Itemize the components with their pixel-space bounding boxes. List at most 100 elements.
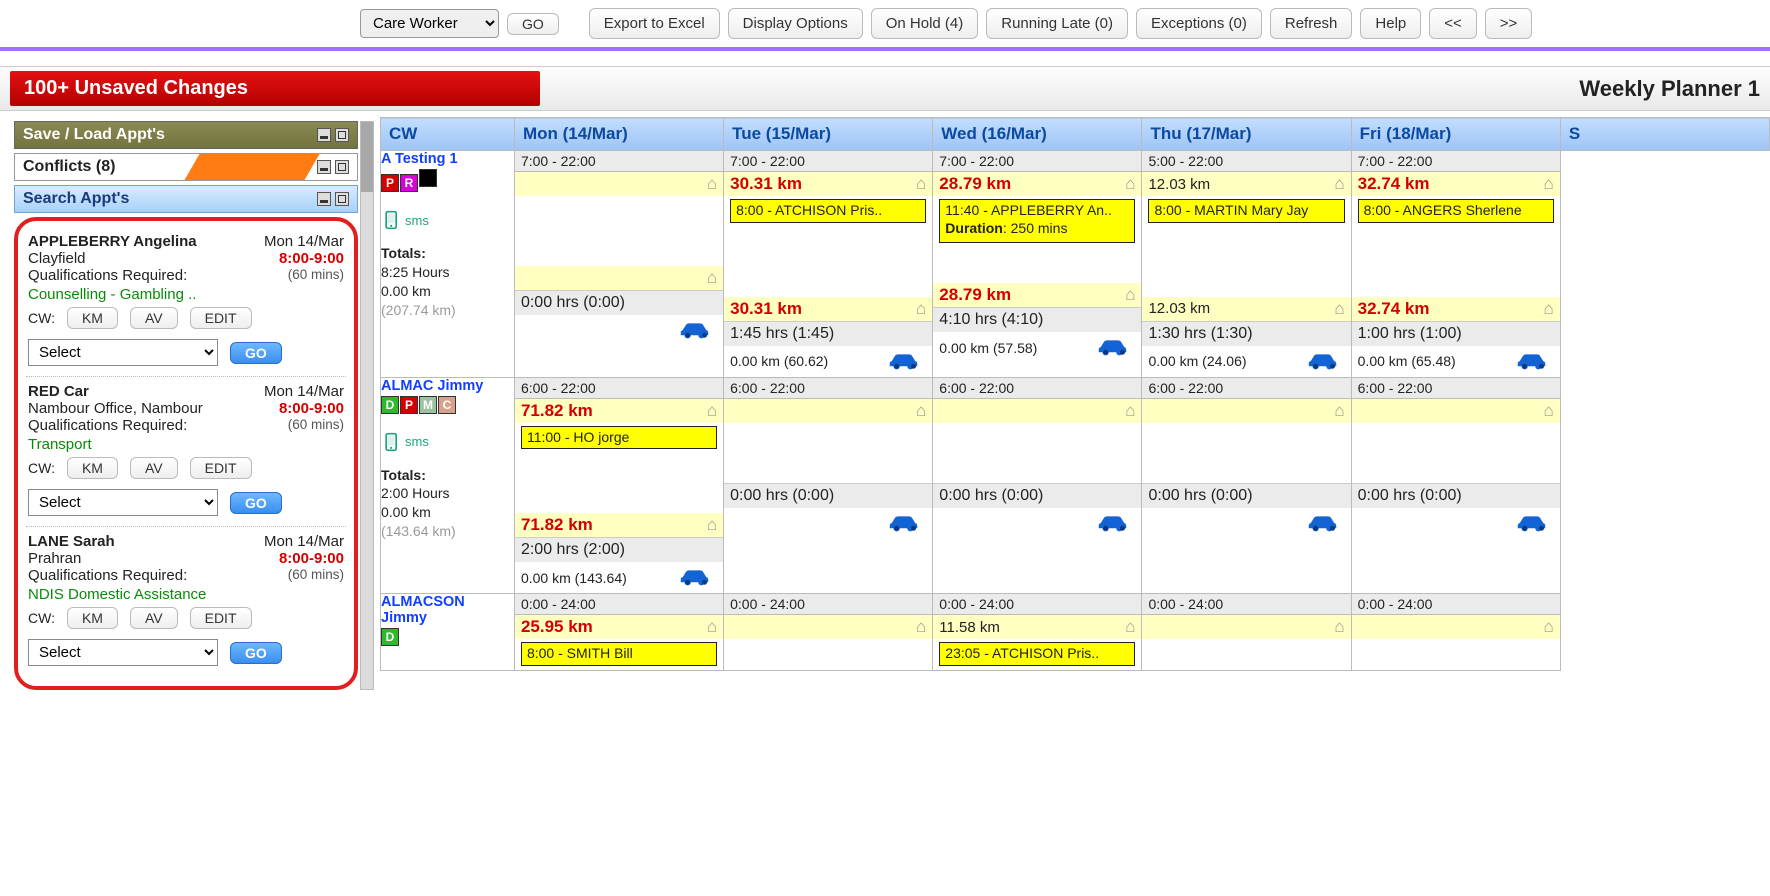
filter-select[interactable]: Care Worker — [360, 9, 499, 38]
km-row: 32.74 km⌂ — [1352, 172, 1560, 196]
hours-row: 1:45 hrs (1:45) — [724, 321, 932, 346]
home-icon: ⌂ — [1334, 174, 1344, 194]
travel-km-row: 0.00 km (60.62) — [724, 346, 932, 377]
day-cell: 6:00 - 22:00⌂0:00 hrs (0:00) — [1142, 377, 1351, 594]
assign-go-button[interactable]: GO — [230, 342, 282, 364]
day-cell: 0:00 - 24:0025.95 km⌂8:00 - SMITH Bill — [514, 594, 723, 671]
appointment-block[interactable]: 8:00 - ATCHISON Pris.. — [730, 199, 926, 223]
cw-status-badge: R — [400, 174, 418, 192]
appointment-block[interactable]: 8:00 - MARTIN Mary Jay — [1148, 199, 1344, 223]
appointment-block[interactable]: 23:05 - ATCHISON Pris.. — [939, 642, 1135, 666]
km-row-2: ⌂ — [515, 266, 723, 290]
km-row: ⌂ — [724, 615, 932, 639]
sms-link[interactable]: sms — [381, 432, 514, 452]
appointment-list: APPLEBERRY AngelinaMon 14/MarClayfield8:… — [14, 217, 358, 690]
sidebar-scrollbar[interactable] — [360, 121, 374, 690]
home-icon: ⌂ — [1334, 617, 1344, 637]
day-cell: 6:00 - 22:00⌂0:00 hrs (0:00) — [933, 377, 1142, 594]
cw-label: CW: — [28, 310, 55, 326]
export-button[interactable]: Export to Excel — [589, 8, 720, 39]
travel-km-row: 0.00 km (143.64) — [515, 562, 723, 593]
on-hold-button[interactable]: On Hold (4) — [871, 8, 979, 39]
day-cell: 6:00 - 22:00⌂0:00 hrs (0:00) — [1351, 377, 1560, 594]
cw-name[interactable]: A Testing 1 — [381, 151, 514, 167]
day-cell: 0:00 - 24:00⌂ — [1142, 594, 1351, 671]
next-button[interactable]: >> — [1485, 8, 1533, 39]
home-icon: ⌂ — [707, 617, 717, 637]
km-row: ⌂ — [724, 399, 932, 423]
appointment-block[interactable]: 11:40 - APPLEBERRY An..Duration: 250 min… — [939, 199, 1135, 243]
km-button[interactable]: KM — [67, 307, 118, 329]
appt-date: Mon 14/Mar — [264, 533, 344, 550]
panel-conflicts-label: Conflicts (8) — [23, 158, 115, 176]
shift-hours: 0:00 - 24:00 — [933, 594, 1141, 615]
appt-qual-label: Qualifications Required: — [28, 417, 187, 434]
col-day: Mon (14/Mar) — [514, 118, 723, 151]
window-controls[interactable] — [317, 192, 349, 206]
home-icon: ⌂ — [1125, 285, 1135, 305]
appt-location: Prahran — [28, 550, 81, 567]
av-button[interactable]: AV — [130, 607, 178, 629]
car-icon — [1514, 511, 1554, 536]
edit-button[interactable]: EDIT — [190, 607, 252, 629]
running-late-button[interactable]: Running Late (0) — [986, 8, 1128, 39]
appt-client-name: APPLEBERRY Angelina — [28, 233, 197, 250]
col-day: Fri (18/Mar) — [1351, 118, 1560, 151]
av-button[interactable]: AV — [130, 457, 178, 479]
panel-save-load[interactable]: Save / Load Appt's — [14, 121, 358, 149]
home-icon: ⌂ — [916, 299, 926, 319]
km-row: ⌂ — [515, 172, 723, 196]
cw-name[interactable]: ALMACSON Jimmy — [381, 594, 514, 626]
appt-duration: (60 mins) — [288, 267, 344, 284]
travel-km-row — [1142, 508, 1350, 539]
totals-travel-km: (207.74 km) — [381, 301, 514, 320]
car-icon — [1305, 511, 1345, 536]
shift-hours: 0:00 - 24:00 — [724, 594, 932, 615]
edit-button[interactable]: EDIT — [190, 457, 252, 479]
home-icon: ⌂ — [1544, 174, 1554, 194]
shift-hours: 7:00 - 22:00 — [724, 151, 932, 172]
sms-link[interactable]: sms — [381, 210, 514, 230]
window-controls[interactable] — [317, 128, 349, 142]
help-button[interactable]: Help — [1360, 8, 1421, 39]
km-value: 71.82 km — [521, 515, 593, 535]
appt-service: Transport — [28, 436, 344, 453]
panel-search[interactable]: Search Appt's — [14, 185, 358, 213]
cw-cell: A Testing 1PRsmsTotals:8:25 Hours0.00 km… — [381, 151, 515, 378]
toolbar: Care Worker GO Export to Excel Display O… — [0, 0, 1770, 51]
window-controls[interactable] — [317, 160, 349, 174]
shift-hours: 6:00 - 22:00 — [1352, 378, 1560, 399]
go-button[interactable]: GO — [507, 13, 559, 35]
appointment-block[interactable]: 8:00 - SMITH Bill — [521, 642, 717, 666]
shift-hours: 7:00 - 22:00 — [1352, 151, 1560, 172]
cw-select[interactable]: Select — [28, 339, 218, 366]
km-button[interactable]: KM — [67, 457, 118, 479]
cw-select[interactable]: Select — [28, 639, 218, 666]
assign-go-button[interactable]: GO — [230, 642, 282, 664]
km-value: 32.74 km — [1358, 299, 1430, 319]
edit-button[interactable]: EDIT — [190, 307, 252, 329]
shift-hours: 5:00 - 22:00 — [1142, 151, 1350, 172]
km-value: 71.82 km — [521, 401, 593, 421]
day-cell: 7:00 - 22:0030.31 km⌂8:00 - ATCHISON Pri… — [724, 151, 933, 378]
appointment-block[interactable]: 8:00 - ANGERS Sherlene — [1358, 199, 1554, 223]
totals-travel-km: (143.64 km) — [381, 522, 514, 541]
day-cell: 7:00 - 22:0032.74 km⌂8:00 - ANGERS Sherl… — [1351, 151, 1560, 378]
km-button[interactable]: KM — [67, 607, 118, 629]
prev-button[interactable]: << — [1429, 8, 1477, 39]
col-day: Tue (15/Mar) — [724, 118, 933, 151]
assign-go-button[interactable]: GO — [230, 492, 282, 514]
appointment-block[interactable]: 11:00 - HO jorge — [521, 426, 717, 450]
av-button[interactable]: AV — [130, 307, 178, 329]
refresh-button[interactable]: Refresh — [1270, 8, 1353, 39]
display-options-button[interactable]: Display Options — [728, 8, 863, 39]
cw-select[interactable]: Select — [28, 489, 218, 516]
panel-conflicts[interactable]: Conflicts (8) — [14, 153, 358, 181]
car-icon — [1514, 349, 1554, 374]
appt-service: NDIS Domestic Assistance — [28, 586, 344, 603]
totals-label: Totals: — [381, 467, 426, 483]
exceptions-button[interactable]: Exceptions (0) — [1136, 8, 1262, 39]
shift-hours: 6:00 - 22:00 — [515, 378, 723, 399]
cw-name[interactable]: ALMAC Jimmy — [381, 378, 514, 394]
home-icon: ⌂ — [707, 268, 717, 288]
